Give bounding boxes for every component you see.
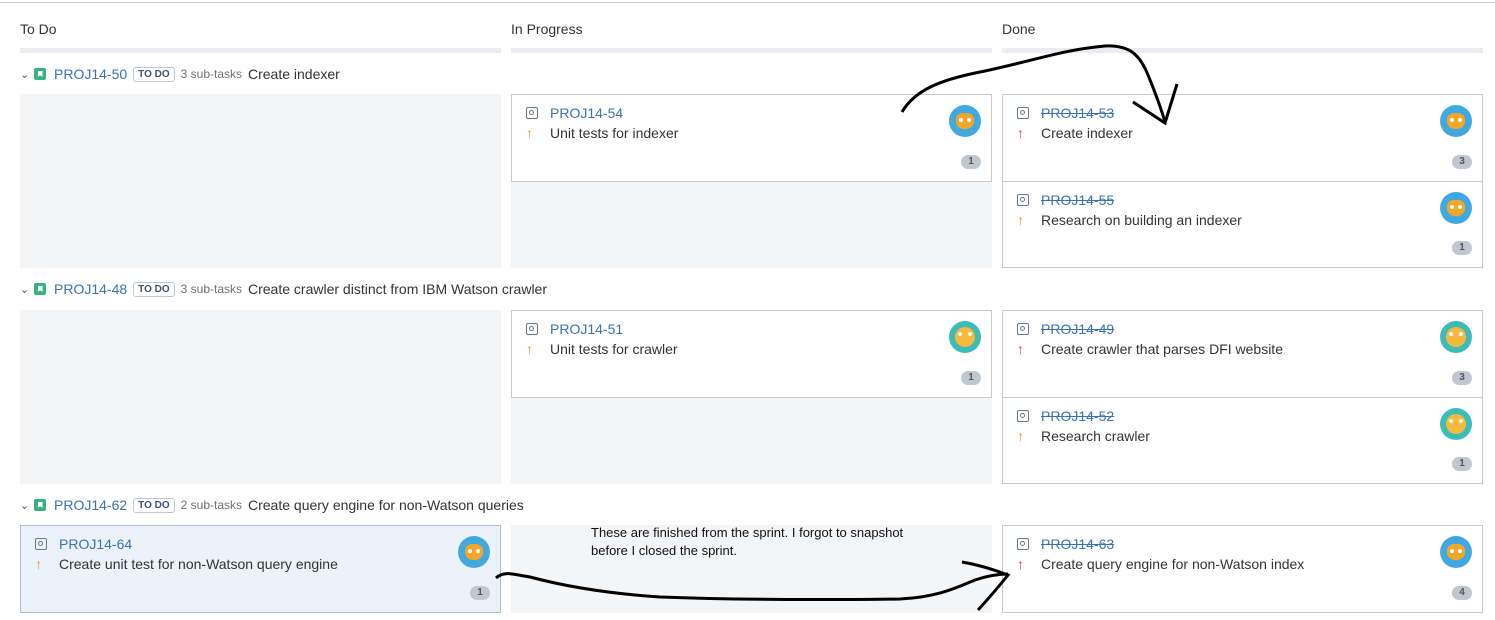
hand-drawn-arrow-top — [900, 44, 1167, 123]
hand-drawn-arrowhead-bottom — [961, 560, 1011, 612]
hand-drawn-arrow-bottom — [495, 572, 1009, 602]
annotation-arrows — [495, 44, 1179, 612]
